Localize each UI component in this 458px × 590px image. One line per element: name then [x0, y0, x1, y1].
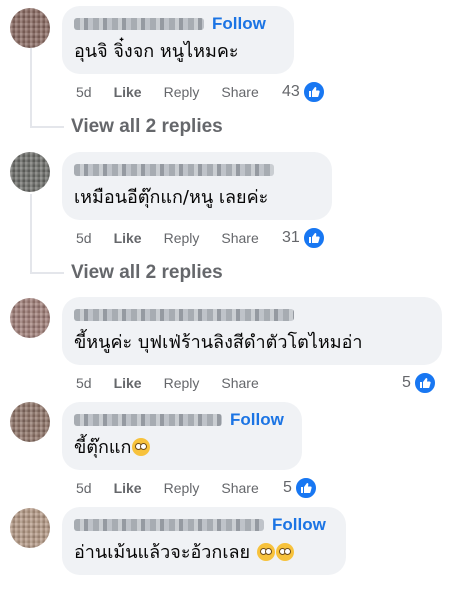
flushed-face-emoji [275, 543, 294, 561]
share-button[interactable]: Share [221, 375, 258, 391]
commenter-name[interactable] [74, 414, 222, 426]
thread-line [30, 194, 32, 274]
reply-button[interactable]: Reply [164, 480, 200, 496]
avatar[interactable] [10, 298, 50, 338]
view-replies-link[interactable]: View all 2 replies [71, 262, 223, 284]
like-icon [301, 80, 326, 104]
comment-text: เหมือนอีตุ๊กแก/หนู เลยค่ะ [74, 187, 269, 208]
comment-bubble: Follow อุนจิ จิ๋งจก หนูไหมคะ [62, 6, 294, 74]
reply-button[interactable]: Reply [164, 375, 200, 391]
follow-button[interactable]: Follow [230, 410, 284, 430]
timestamp[interactable]: 5d [76, 84, 92, 100]
like-button[interactable]: Like [114, 84, 142, 100]
avatar[interactable] [10, 152, 50, 192]
comment-text: อ่านเม้นแล้วจะอ้วกเลย [74, 541, 334, 565]
like-icon [412, 371, 437, 395]
flushed-face-emoji [256, 543, 275, 561]
thread-line [30, 48, 32, 128]
like-icon [301, 226, 326, 250]
like-button[interactable]: Like [114, 230, 142, 246]
reaction-number: 31 [282, 229, 300, 246]
comment-bubble: ขี้หนูค่ะ บุฟเฟ่ร้านลิงสีดำตัวโตไหมอ่า [62, 297, 442, 365]
reply-button[interactable]: Reply [164, 84, 200, 100]
avatar[interactable] [10, 402, 50, 442]
follow-button[interactable]: Follow [272, 515, 326, 535]
comment-bubble: Follow ขี้ตุ๊กแก [62, 402, 302, 470]
reaction-count[interactable]: 5 [283, 476, 318, 500]
reaction-count[interactable]: 5 [402, 371, 437, 395]
share-button[interactable]: Share [221, 480, 258, 496]
comment-text: ขี้หนูค่ะ บุฟเฟ่ร้านลิงสีดำตัวโตไหมอ่า [74, 332, 363, 353]
like-icon [293, 476, 318, 500]
like-button[interactable]: Like [114, 375, 142, 391]
timestamp[interactable]: 5d [76, 230, 92, 246]
share-button[interactable]: Share [221, 230, 258, 246]
thread-connector [30, 126, 64, 128]
commenter-name[interactable] [74, 164, 274, 176]
avatar[interactable] [10, 508, 50, 548]
reaction-number: 5 [402, 374, 411, 391]
reaction-count[interactable]: 31 [282, 226, 326, 250]
comment-actions: 5d Like Reply Share [76, 375, 281, 391]
reaction-number: 5 [283, 479, 292, 496]
follow-button[interactable]: Follow [212, 14, 266, 34]
comment-actions: 5d Like Reply Share [76, 84, 281, 100]
comment-bubble: Follow อ่านเม้นแล้วจะอ้วกเลย [62, 507, 346, 575]
comment-actions: 5d Like Reply Share [76, 480, 281, 496]
share-button[interactable]: Share [221, 84, 258, 100]
like-button[interactable]: Like [114, 480, 142, 496]
timestamp[interactable]: 5d [76, 480, 92, 496]
view-replies-link[interactable]: View all 2 replies [71, 116, 223, 138]
commenter-name[interactable] [74, 309, 294, 321]
comment-text: ขี้ตุ๊กแก [74, 436, 290, 460]
comment-text: อุนจิ จิ๋งจก หนูไหมคะ [74, 41, 239, 62]
thread-connector [30, 272, 64, 274]
comment-bubble: เหมือนอีตุ๊กแก/หนู เลยค่ะ [62, 152, 332, 220]
timestamp[interactable]: 5d [76, 375, 92, 391]
avatar[interactable] [10, 8, 50, 48]
flushed-face-emoji [132, 438, 151, 456]
reply-button[interactable]: Reply [164, 230, 200, 246]
reaction-count[interactable]: 43 [282, 80, 326, 104]
comment-actions: 5d Like Reply Share [76, 230, 281, 246]
commenter-name[interactable] [74, 18, 204, 30]
commenter-name[interactable] [74, 519, 264, 531]
reaction-number: 43 [282, 83, 300, 100]
